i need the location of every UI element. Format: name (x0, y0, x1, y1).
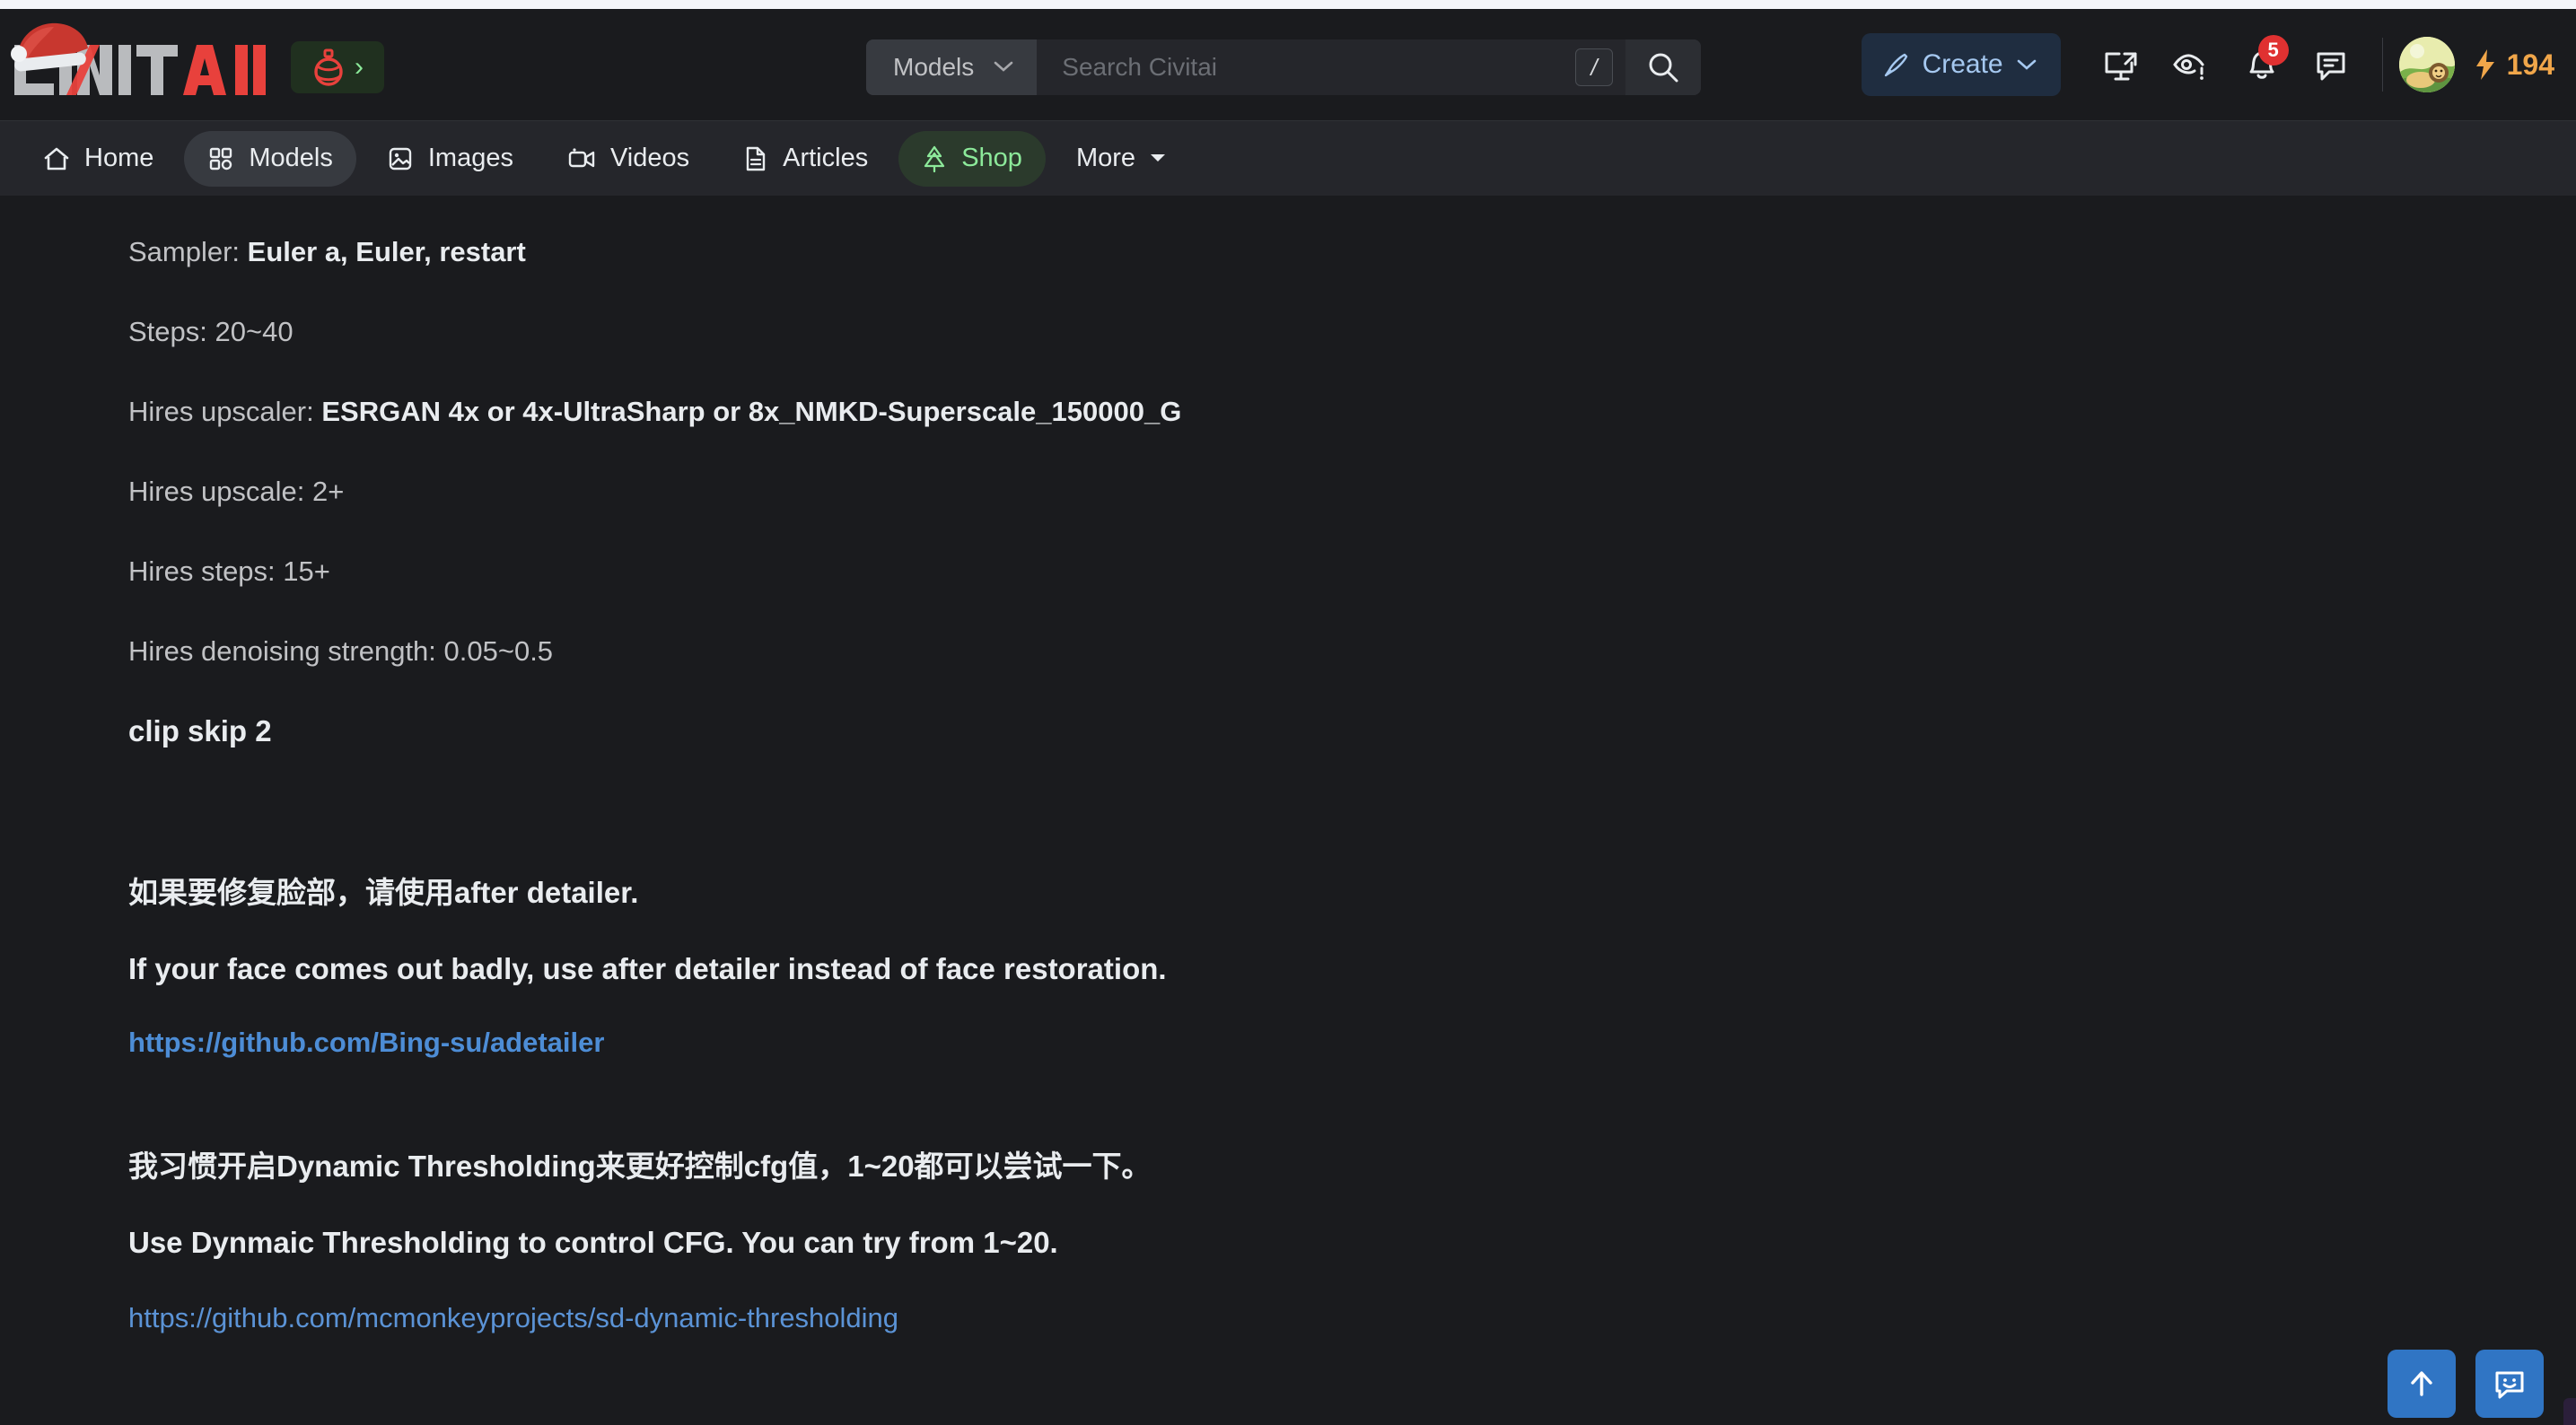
search-scope-selector[interactable]: Models (866, 39, 1038, 95)
detail-line-hires-steps: Hires steps: 15+ (128, 555, 330, 587)
detail-value: ESRGAN 4x or 4x-UltraSharp or 8x_NMKD-Su… (321, 396, 1182, 427)
main-navigation: Home Models Images Videos Articles Shop … (0, 120, 2576, 196)
nav-item-shop[interactable]: Shop (898, 130, 1046, 187)
search-shortcut-badge: / (1575, 48, 1613, 86)
avatar[interactable] (2398, 37, 2455, 92)
link-dynamic-thresholding[interactable]: https://github.com/mcmonkeyprojects/sd-d… (128, 1304, 898, 1332)
lightning-bolt-icon (2475, 49, 2494, 80)
note-english-after-detailer: If your face comes out badly, use after … (128, 952, 1167, 985)
nav-item-videos[interactable]: Videos (544, 131, 713, 187)
corner-edge (2563, 1398, 2576, 1425)
detail-line-hires-upscaler: Hires upscaler: ESRGAN 4x or 4x-UltraSha… (128, 398, 1181, 425)
site-header: › Models / (0, 9, 2576, 120)
scroll-to-top-button[interactable] (2388, 1350, 2456, 1418)
chat-smiley-icon (2495, 1371, 2524, 1399)
video-icon (568, 147, 595, 167)
tree-icon (924, 145, 945, 172)
eye-alert-icon (2173, 54, 2204, 80)
brush-icon (1884, 53, 1907, 77)
notifications-button[interactable]: 5 (2235, 35, 2289, 91)
nav-label-videos: Videos (609, 144, 690, 172)
nav-label-shop: Shop (961, 144, 1022, 172)
search-input-area: / (1037, 39, 1625, 95)
link-adetailer[interactable]: https://github.com/Bing-su/adetailer (128, 1028, 604, 1056)
screen-share-icon (2105, 52, 2137, 81)
home-icon (44, 147, 69, 170)
search-input[interactable] (1037, 39, 1625, 95)
model-description-content: Sampler: Euler a, Euler, restart Steps: … (0, 196, 2576, 1425)
ornament-icon (314, 48, 343, 86)
create-button-label: Create (1922, 49, 2003, 79)
search-submit-button[interactable] (1625, 39, 1701, 95)
chat-bubble-icon (2317, 52, 2345, 81)
detail-label: Sampler: (128, 236, 248, 267)
nav-item-models[interactable]: Models (184, 130, 356, 187)
notification-badge: 5 (2257, 35, 2289, 66)
top-strip (0, 0, 2576, 9)
detail-line-clip-skip: clip skip 2 (128, 714, 272, 747)
arrow-up-icon (2411, 1371, 2432, 1396)
nav-label-home: Home (84, 144, 154, 172)
holiday-shop-badge[interactable]: › (291, 41, 384, 93)
floating-action-buttons (2388, 1350, 2544, 1418)
grid-icon (210, 147, 232, 170)
detail-label: Hires upscaler: (128, 396, 322, 427)
page-root: › Models / (0, 0, 2576, 1425)
search-bar: Models / (866, 39, 1701, 95)
nav-item-home[interactable]: Home (20, 131, 177, 187)
nav-label-models: Models (249, 144, 333, 172)
search-scope-label: Models (893, 53, 975, 81)
caret-down-icon (1148, 149, 1168, 168)
nav-label-images: Images (427, 144, 513, 172)
document-icon (746, 146, 766, 170)
detail-line-sampler: Sampler: Euler a, Euler, restart (128, 238, 526, 266)
content-preferences-button[interactable] (2165, 39, 2217, 91)
nav-item-images[interactable]: Images (364, 131, 537, 187)
feedback-button[interactable] (2475, 1350, 2544, 1418)
nav-label-articles: Articles (783, 144, 869, 172)
note-chinese-dynamic-thresholding: 我习惯开启Dynamic Thresholding来更好控制cfg值，1~20都… (128, 1150, 1152, 1183)
civitai-logo[interactable] (11, 22, 282, 99)
santa-hat-icon (11, 22, 89, 72)
detail-value: Euler a, Euler, restart (247, 236, 526, 267)
chevron-down-icon (2017, 59, 2036, 70)
note-chinese-after-detailer: 如果要修复脸部，请使用after detailer. (128, 876, 639, 909)
header-divider (2381, 38, 2383, 92)
image-icon (389, 147, 412, 170)
create-button[interactable]: Create (1861, 33, 2061, 96)
nav-item-articles[interactable]: Articles (720, 131, 891, 187)
nav-label-more: More (1075, 144, 1136, 172)
header-actions: Create 5 194 (1861, 31, 2554, 99)
chat-button[interactable] (2305, 39, 2357, 91)
buzz-value: 194 (2506, 48, 2554, 81)
detail-line-steps: Steps: 20~40 (128, 316, 294, 347)
search-icon (1649, 53, 1678, 83)
nav-item-more[interactable]: More (1053, 131, 1191, 187)
detail-line-hires-upscale: Hires upscale: 2+ (128, 476, 345, 507)
avatar-image (2398, 37, 2455, 92)
chevron-down-icon (994, 57, 1013, 78)
note-english-dynamic-thresholding: Use Dynmaic Thresholding to control CFG.… (128, 1226, 1058, 1259)
buzz-balance[interactable]: 194 (2473, 48, 2554, 82)
detail-line-hires-denoising: Hires denoising strength: 0.05~0.5 (128, 635, 554, 667)
chevron-right-icon: › (355, 52, 364, 82)
screen-share-button[interactable] (2095, 39, 2147, 91)
